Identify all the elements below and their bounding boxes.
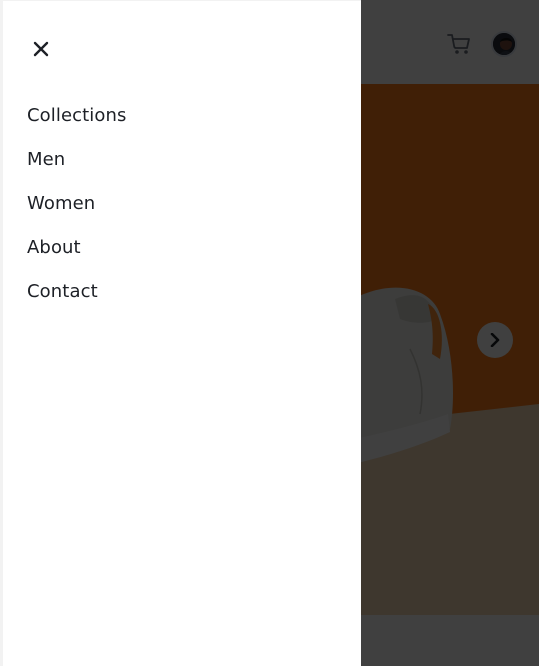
nav-item-contact[interactable]: Contact (27, 274, 127, 318)
nav-drawer: Collections Men Women About Contact (0, 0, 361, 666)
nav-item-collections[interactable]: Collections (27, 98, 127, 142)
close-icon (33, 41, 49, 57)
close-menu-button[interactable] (29, 37, 53, 61)
nav-menu: Collections Men Women About Contact (27, 98, 127, 318)
nav-item-men[interactable]: Men (27, 142, 127, 186)
nav-item-women[interactable]: Women (27, 186, 127, 230)
nav-item-about[interactable]: About (27, 230, 127, 274)
screen: Collections Men Women About Contact (0, 0, 539, 666)
